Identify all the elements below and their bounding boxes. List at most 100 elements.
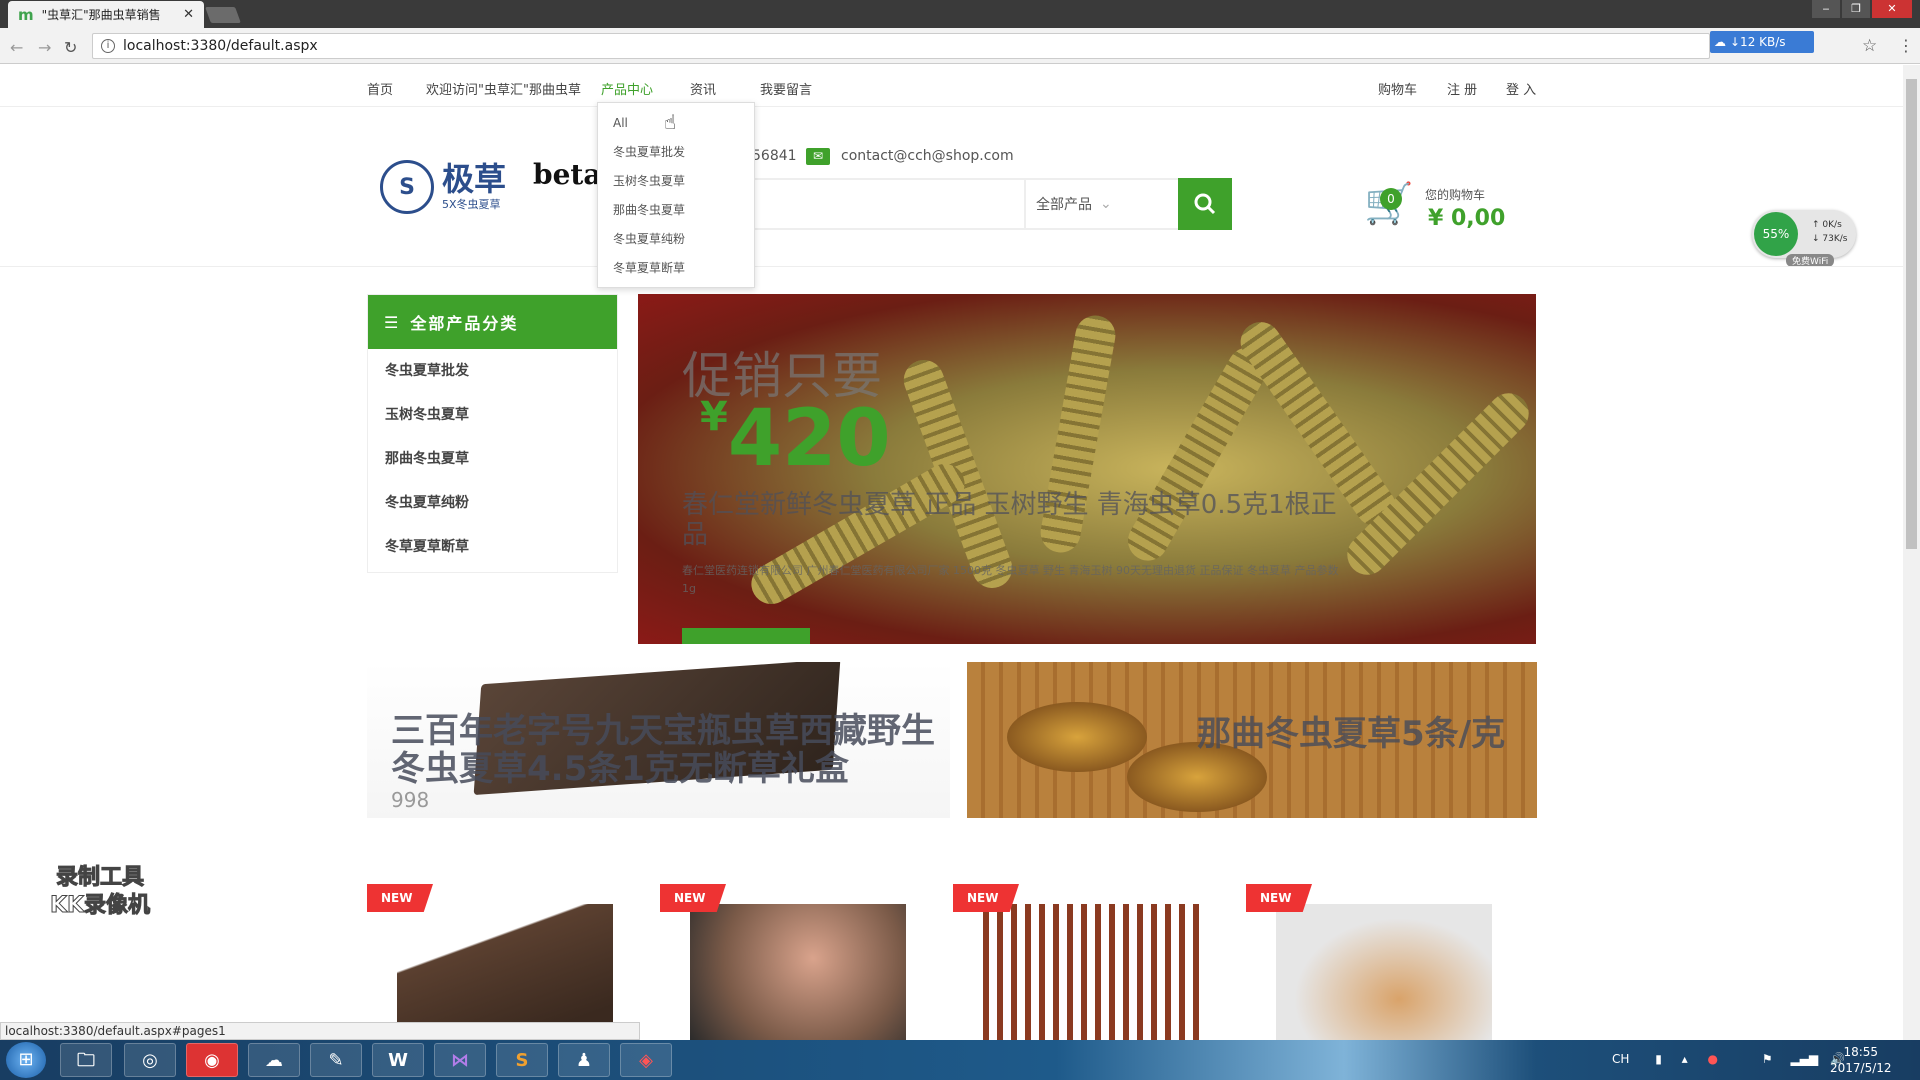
browser-tab-bar: m "虫草汇"那曲虫草销售 ✕ ‒ ❐ ✕ (0, 0, 1920, 28)
sidebar-item-broken[interactable]: 冬草夏草断草 (368, 525, 617, 569)
window-controls: ‒ ❐ ✕ (1812, 0, 1912, 18)
promo-card-price: 998 (391, 788, 430, 812)
banner-subtitle: 春仁堂新鲜冬虫夏草 正品 玉树野生 青海虫草0.5克1根正品 (682, 490, 1337, 550)
nav-welcome[interactable]: 欢迎访问"虫草汇"那曲虫草 (426, 79, 581, 98)
reload-icon[interactable]: ↻ (64, 38, 77, 57)
window-close-icon[interactable]: ✕ (1872, 0, 1912, 18)
tray-expand-icon[interactable]: ▴ (1682, 1052, 1688, 1066)
product-card[interactable]: NEW (1246, 884, 1492, 1040)
product-card[interactable]: NEW (660, 884, 906, 1040)
hand-cursor-icon: ☝ (664, 110, 677, 134)
logo-name: 极草 (442, 160, 507, 198)
tools-icon[interactable]: ✎ (310, 1043, 362, 1077)
page-scrollbar[interactable] (1903, 65, 1920, 1040)
dropdown-item-wholesale[interactable]: 冬虫夏草批发 (598, 142, 754, 171)
visual-studio-icon[interactable]: ⋈ (434, 1043, 486, 1077)
netease-music-icon[interactable]: ◉ (186, 1043, 238, 1077)
sidebar-item-powder[interactable]: 冬虫夏草纯粉 (368, 481, 617, 525)
chevron-down-icon: ⌄ (1100, 196, 1112, 212)
banner-price-value: 420 (727, 394, 891, 484)
tab-close-icon[interactable]: ✕ (183, 7, 194, 22)
watermark-line: 录制工具 (55, 865, 144, 891)
network-usage-percent: 55% (1754, 212, 1798, 256)
new-badge: NEW (1246, 884, 1312, 912)
sidebar-item-yushu[interactable]: 玉树冬虫夏草 (368, 393, 617, 437)
clock-date: 2017/5/12 (1830, 1061, 1892, 1075)
url-input[interactable]: i localhost:3380/default.aspx (92, 33, 1710, 59)
antivirus-icon[interactable]: ● (1708, 1052, 1718, 1066)
bookmark-star-icon[interactable]: ☆ (1862, 36, 1877, 56)
search-category-select[interactable]: 全部产品 ⌄ (1024, 178, 1178, 230)
promo-card-title: 那曲冬虫夏草5条/克 (1197, 714, 1506, 754)
product-card[interactable]: NEW (953, 884, 1199, 1040)
sidebar-item-naqu[interactable]: 那曲冬虫夏草 (368, 437, 617, 481)
cart-total: ¥ 0,00 (1428, 206, 1506, 231)
recorder-icon[interactable]: ◈ (620, 1043, 672, 1077)
banner-description: 春仁堂医药连锁有限公司 广州春仁堂医药有限公司厂家 1500克 冬虫夏草 野生 … (682, 564, 1339, 595)
notification-icon[interactable]: ⚑ (1762, 1052, 1773, 1066)
nav-cart[interactable]: 购物车 (1378, 79, 1417, 98)
product-image (690, 904, 906, 1040)
header-divider (0, 266, 1903, 267)
battery-icon[interactable]: ▮ (1655, 1052, 1662, 1066)
file-explorer-icon[interactable]: 🗀 (60, 1043, 112, 1077)
cart-label[interactable]: 您的购物车 (1425, 186, 1485, 203)
search-button[interactable] (1178, 178, 1232, 230)
download-speed: ↓ 73K/s (1812, 234, 1848, 244)
forward-icon[interactable]: → (38, 38, 51, 57)
start-button[interactable]: ⊞ (6, 1042, 46, 1078)
promo-banner[interactable]: 促销只要 ¥420 春仁堂新鲜冬虫夏草 正品 玉树野生 青海虫草0.5克1根正品… (638, 294, 1536, 644)
site-logo[interactable]: S 极草 5X冬虫夏草 (380, 160, 506, 214)
nav-products[interactable]: 产品中心 (601, 79, 653, 98)
nav-message[interactable]: 我要留言 (760, 79, 812, 98)
sidebar-item-wholesale[interactable]: 冬虫夏草批发 (368, 349, 617, 393)
nav-login[interactable]: 登 入 (1506, 79, 1536, 98)
product-image (397, 904, 613, 1040)
search-category-label: 全部产品 (1036, 197, 1092, 213)
chrome-icon[interactable]: ◎ (124, 1043, 176, 1077)
promo-card-naqu[interactable]: 那曲冬虫夏草5条/克 (967, 662, 1537, 818)
recorder-watermark: 录制工具 KK录像机 (32, 864, 168, 920)
input-language[interactable]: CH (1612, 1052, 1629, 1066)
maximize-icon[interactable]: ❐ (1842, 0, 1870, 18)
new-tab-button[interactable] (205, 7, 241, 23)
network-icon[interactable]: ▂▄▆ (1790, 1052, 1818, 1066)
dropdown-item-powder[interactable]: 冬虫夏草纯粉 (598, 229, 754, 258)
baidu-cloud-icon[interactable]: ☁ (248, 1043, 300, 1077)
search-input[interactable] (752, 178, 1024, 230)
dropdown-item-naqu[interactable]: 那曲冬虫夏草 (598, 200, 754, 229)
product-image (983, 904, 1199, 1040)
logo-tagline: 5X冬虫夏草 (442, 198, 501, 211)
clock-time: 18:55 (1843, 1045, 1879, 1059)
contact-email[interactable]: contact@cch@shop.com (841, 148, 1014, 164)
download-speed-badge[interactable]: ☁ ↓12 KB/s (1710, 31, 1814, 53)
list-menu-icon: ☰ (384, 312, 401, 332)
cart-count-badge: 0 (1380, 188, 1402, 210)
nav-news[interactable]: 资讯 (690, 79, 716, 98)
word-icon[interactable]: W (372, 1043, 424, 1077)
logo-emblem-icon: S (380, 160, 434, 214)
product-card[interactable]: NEW (367, 884, 613, 1040)
scrollbar-thumb[interactable] (1906, 79, 1917, 549)
browser-status-bar: localhost:3380/default.aspx#pages1 (0, 1022, 640, 1040)
back-icon[interactable]: ← (10, 38, 23, 57)
promo-card-giftbox[interactable]: 三百年老字号九天宝瓶虫草西藏野生冬虫夏草4.5条1克无断草礼盒 998 (367, 662, 950, 818)
sidebar-title: 全部产品分类 (410, 314, 519, 333)
dropdown-item-yushu[interactable]: 玉树冬虫夏草 (598, 171, 754, 200)
system-clock[interactable]: 18:55 2017/5/12 (1830, 1044, 1892, 1076)
nav-home[interactable]: 首页 (367, 79, 393, 98)
address-bar: ← → ↻ i localhost:3380/default.aspx ☁ ↓1… (0, 28, 1920, 64)
sublime-icon[interactable]: S (496, 1043, 548, 1077)
phone-number: 56841 (752, 148, 797, 164)
browser-tab[interactable]: m "虫草汇"那曲虫草销售 ✕ (8, 1, 204, 28)
qq-icon[interactable]: ♟ (558, 1043, 610, 1077)
network-speed-widget[interactable]: 55% ↑ 0K/s ↓ 73K/s 免费WiFi (1752, 210, 1856, 267)
dropdown-item-broken[interactable]: 冬草夏草断草 (598, 258, 754, 287)
minimize-icon[interactable]: ‒ (1812, 0, 1840, 18)
banner-button[interactable] (682, 628, 810, 644)
nav-register[interactable]: 注 册 (1447, 79, 1477, 98)
new-badge: NEW (660, 884, 726, 912)
info-icon[interactable]: i (101, 39, 115, 53)
browser-menu-icon[interactable]: ⋮ (1898, 36, 1914, 55)
product-image (1276, 904, 1492, 1040)
